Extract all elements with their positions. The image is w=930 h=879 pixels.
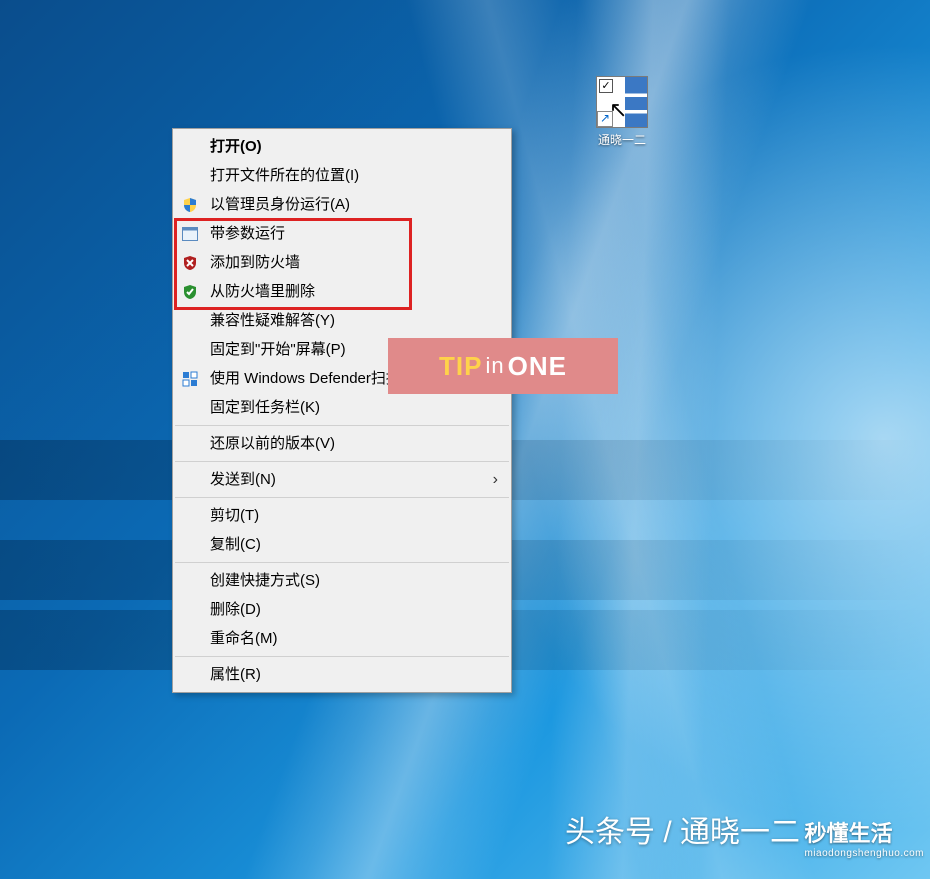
menu-label: 添加到防火墙: [210, 254, 300, 271]
watermark-text: ONE: [508, 351, 567, 382]
menu-label: 属性(R): [210, 666, 261, 683]
watermark-text: in: [485, 353, 504, 379]
menu-run-with-args[interactable]: 带参数运行: [174, 219, 510, 248]
menu-rename[interactable]: 重命名(M): [174, 624, 510, 653]
menu-label: 兼容性疑难解答(Y): [210, 312, 335, 329]
shortcut-label: 通晓一二: [584, 130, 660, 149]
menu-label: 打开文件所在的位置(I): [210, 167, 359, 184]
menu-label: 带参数运行: [210, 225, 285, 242]
menu-separator: [175, 461, 509, 462]
menu-open[interactable]: 打开(O): [174, 132, 510, 161]
shortcut-arrow-icon: ↗: [597, 111, 613, 127]
menu-restore-previous-versions[interactable]: 还原以前的版本(V): [174, 429, 510, 458]
menu-label: 以管理员身份运行(A): [210, 196, 350, 213]
menu-label: 固定到任务栏(K): [210, 399, 320, 416]
checkbox-icon: ✓: [599, 79, 613, 93]
menu-label: 从防火墙里删除: [210, 283, 315, 300]
menu-send-to[interactable]: 发送到(N) ›: [174, 465, 510, 494]
menu-label: 剪切(T): [210, 507, 259, 524]
submenu-arrow-icon: ›: [493, 465, 498, 494]
watermark-attribution: 头条号 / 通晓一二: [565, 807, 800, 851]
shield-check-icon: [181, 283, 199, 301]
menu-open-file-location[interactable]: 打开文件所在的位置(I): [174, 161, 510, 190]
menu-separator: [175, 497, 509, 498]
watermark-corner-url: miaodongshenghuo.com: [804, 848, 924, 859]
menu-add-to-firewall[interactable]: 添加到防火墙: [174, 248, 510, 277]
defender-icon: [181, 370, 199, 388]
menu-separator: [175, 425, 509, 426]
menu-label: 固定到"开始"屏幕(P): [210, 341, 346, 358]
context-menu: 打开(O) 打开文件所在的位置(I) 以管理员身份运行(A) 带参数运行 添加到…: [172, 128, 512, 693]
menu-cut[interactable]: 剪切(T): [174, 501, 510, 530]
menu-label: 发送到(N): [210, 471, 276, 488]
menu-separator: [175, 562, 509, 563]
watermark-text: TIP: [439, 351, 482, 382]
menu-label: 打开(O): [210, 138, 262, 155]
menu-create-shortcut[interactable]: 创建快捷方式(S): [174, 566, 510, 595]
shield-block-icon: [181, 254, 199, 272]
menu-label: 删除(D): [210, 601, 261, 618]
shield-uac-icon: [181, 196, 199, 214]
menu-copy[interactable]: 复制(C): [174, 530, 510, 559]
watermark-center: TIP in ONE: [388, 338, 618, 394]
menu-label: 重命名(M): [210, 630, 278, 647]
menu-compat-troubleshoot[interactable]: 兼容性疑难解答(Y): [174, 306, 510, 335]
menu-label: 创建快捷方式(S): [210, 572, 320, 589]
menu-separator: [175, 656, 509, 657]
menu-label: 还原以前的版本(V): [210, 435, 335, 452]
desktop-shortcut[interactable]: ✓ ↖ ↗ 通晓一二: [584, 76, 660, 149]
menu-properties[interactable]: 属性(R): [174, 660, 510, 689]
window-icon: [181, 225, 199, 243]
watermark-corner-title: 秒懂生活: [804, 821, 892, 846]
menu-label: 使用 Windows Defender扫描...: [210, 370, 413, 387]
menu-run-as-admin[interactable]: 以管理员身份运行(A): [174, 190, 510, 219]
shortcut-icon: ✓ ↖ ↗: [596, 76, 648, 128]
menu-pin-to-taskbar[interactable]: 固定到任务栏(K): [174, 393, 510, 422]
menu-delete[interactable]: 删除(D): [174, 595, 510, 624]
menu-remove-from-firewall[interactable]: 从防火墙里删除: [174, 277, 510, 306]
menu-label: 复制(C): [210, 536, 261, 553]
watermark-corner: 秒懂生活 miaodongshenghuo.com: [804, 816, 924, 859]
